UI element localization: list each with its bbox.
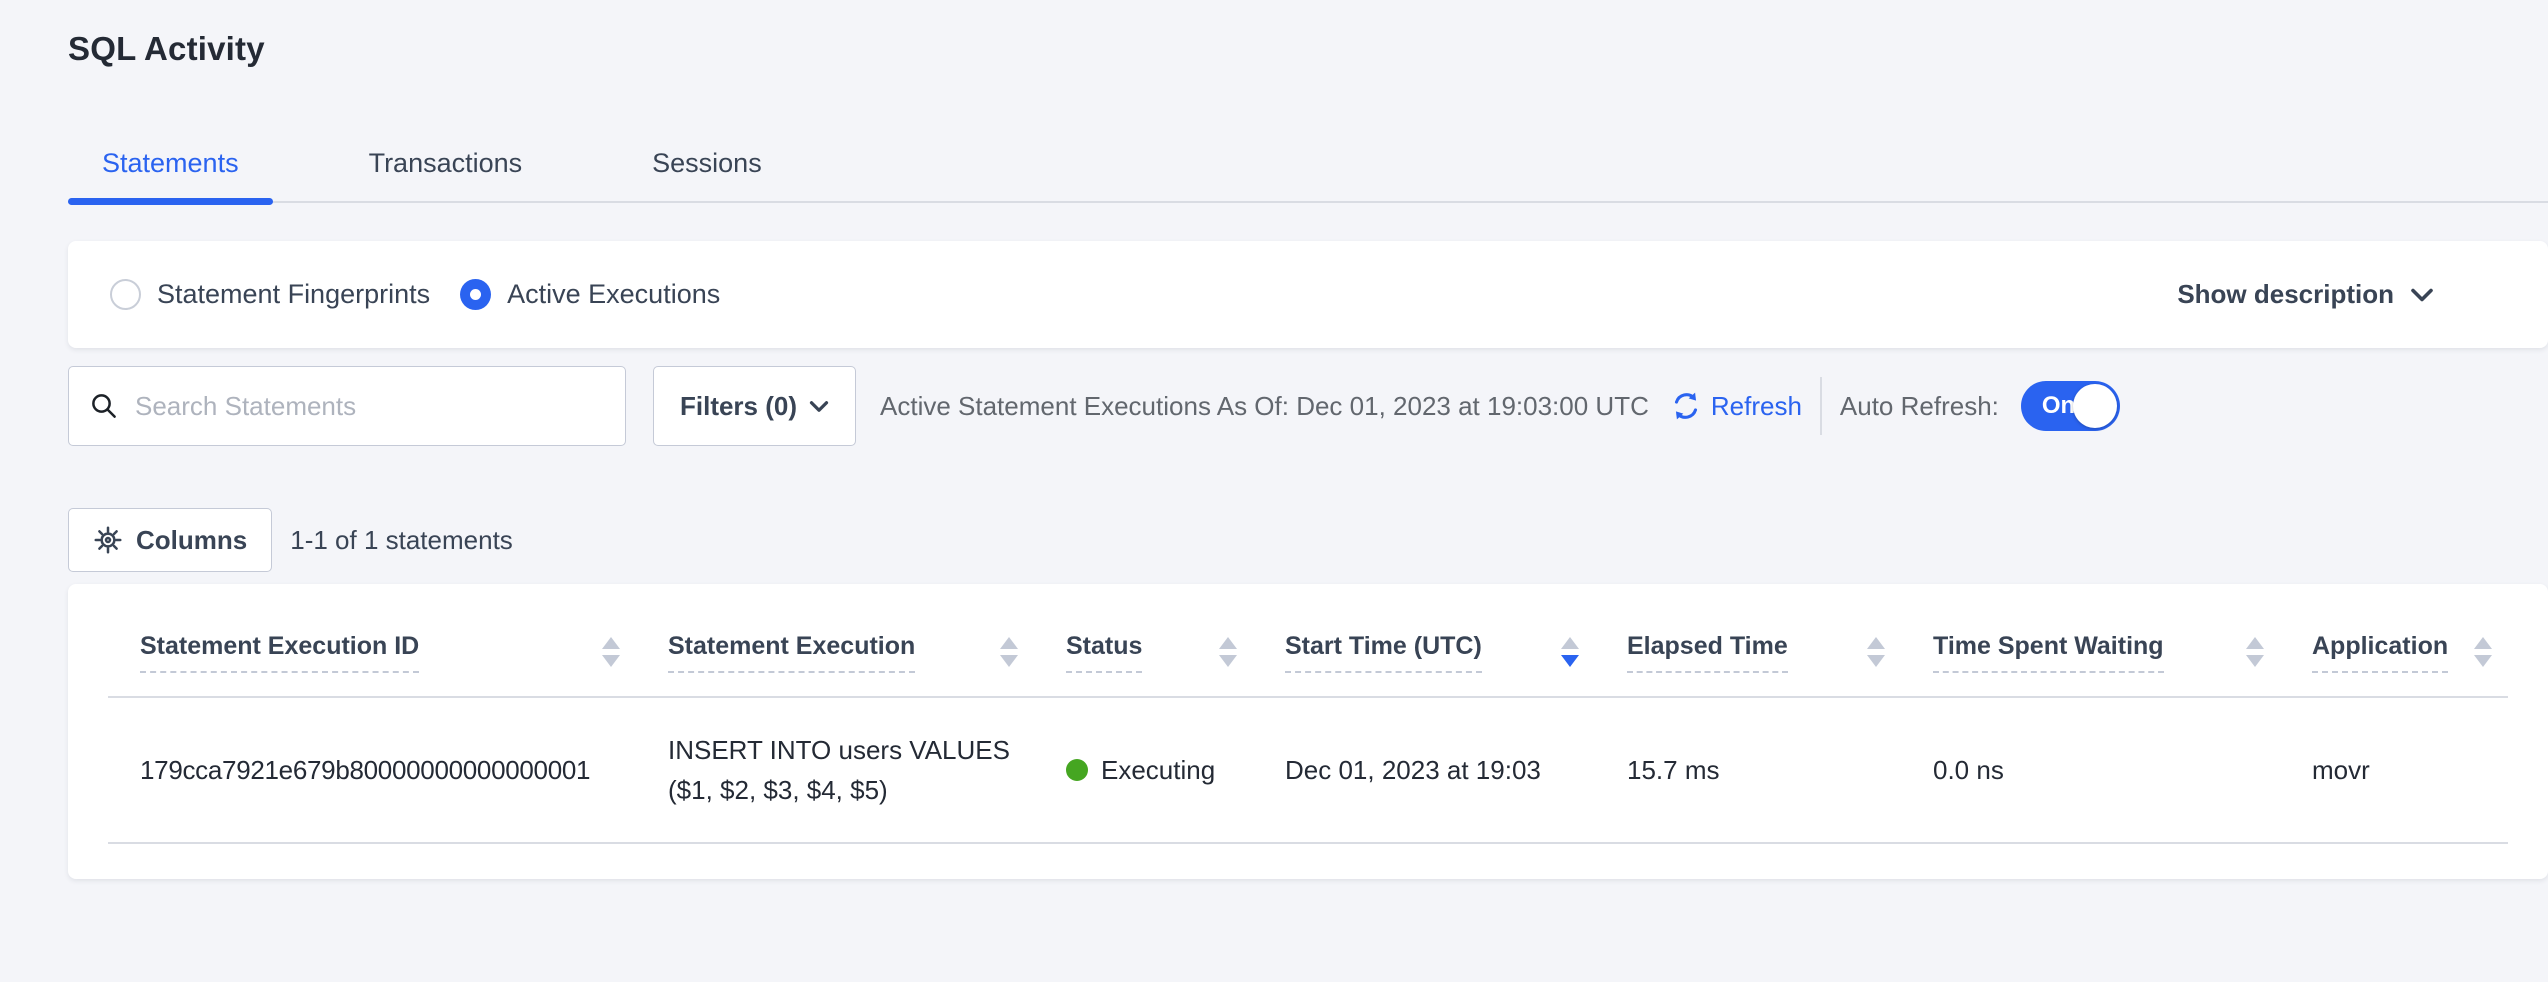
radio-statement-fingerprints[interactable]: Statement Fingerprints <box>110 279 430 310</box>
column-header-start-time[interactable]: Start Time (UTC) <box>1253 608 1595 696</box>
refresh-button[interactable]: Refresh <box>1669 389 1802 423</box>
sort-icon <box>602 637 620 667</box>
cell-execution-id: 179cca7921e679b80000000000000001 <box>108 755 636 786</box>
auto-refresh-label: Auto Refresh: <box>1840 391 1999 422</box>
tab-bar: Statements Transactions Sessions <box>68 148 2548 203</box>
page-content: SQL Activity Statements Transactions Ses… <box>68 0 2548 879</box>
tab-statements[interactable]: Statements <box>68 148 273 201</box>
column-header-label: Statement Execution <box>668 632 915 673</box>
results-count: 1-1 of 1 statements <box>290 525 513 556</box>
filters-button[interactable]: Filters (0) <box>653 366 856 446</box>
column-header-statement-execution[interactable]: Statement Execution <box>636 608 1034 696</box>
show-description-label: Show description <box>2177 279 2394 310</box>
chevron-down-icon <box>2410 287 2434 303</box>
tab-sessions-label: Sessions <box>652 148 762 178</box>
radio-active-executions[interactable]: Active Executions <box>460 279 720 310</box>
column-header-label: Elapsed Time <box>1627 632 1788 673</box>
status-executing-dot-icon <box>1066 759 1088 781</box>
refresh-label: Refresh <box>1711 391 1802 422</box>
sort-icon <box>2474 637 2492 667</box>
page-title: SQL Activity <box>68 0 2548 68</box>
column-header-label: Application <box>2312 632 2448 673</box>
search-box <box>68 366 626 446</box>
columns-button-label: Columns <box>136 525 247 556</box>
auto-refresh-toggle[interactable]: On <box>2021 381 2120 431</box>
tab-statements-label: Statements <box>102 148 239 178</box>
tab-transactions[interactable]: Transactions <box>335 148 557 201</box>
sort-icon <box>2246 637 2264 667</box>
chevron-down-icon <box>809 400 829 413</box>
view-mode-card: Statement Fingerprints Active Executions… <box>68 241 2548 348</box>
sort-icon <box>1867 637 1885 667</box>
gear-icon <box>93 525 123 555</box>
column-header-status[interactable]: Status <box>1034 608 1253 696</box>
refresh-icon <box>1669 389 1703 423</box>
column-header-label: Status <box>1066 632 1142 673</box>
table-row: 179cca7921e679b80000000000000001 INSERT … <box>108 698 2508 844</box>
tab-transactions-label: Transactions <box>369 148 523 178</box>
column-header-label: Start Time (UTC) <box>1285 632 1482 673</box>
cell-status: Executing <box>1034 755 1253 786</box>
column-header-elapsed-time[interactable]: Elapsed Time <box>1595 608 1901 696</box>
cell-time-spent-waiting: 0.0 ns <box>1901 755 2280 786</box>
sort-icon <box>1000 637 1018 667</box>
radio-selected-icon <box>460 279 491 310</box>
tab-sessions[interactable]: Sessions <box>618 148 796 201</box>
cell-statement: INSERT INTO users VALUES ($1, $2, $3, $4… <box>636 730 1034 810</box>
column-header-label: Time Spent Waiting <box>1933 632 2164 673</box>
auto-refresh-state: On <box>2042 392 2075 420</box>
cell-elapsed-time: 15.7 ms <box>1595 755 1901 786</box>
status-badge: Executing <box>1101 755 1215 786</box>
table-controls-row: Columns 1-1 of 1 statements <box>68 508 2548 572</box>
search-input[interactable] <box>135 391 605 422</box>
filters-button-label: Filters (0) <box>680 391 797 422</box>
toggle-knob <box>2073 384 2117 428</box>
column-header-application[interactable]: Application <box>2280 608 2508 696</box>
column-header-statement-execution-id[interactable]: Statement Execution ID <box>108 608 636 696</box>
cell-start-time: Dec 01, 2023 at 19:03 <box>1253 755 1595 786</box>
active-tab-underline <box>68 198 273 205</box>
toolbar-divider <box>1820 377 1822 435</box>
statements-table: Statement Execution ID Statement Executi… <box>68 584 2548 879</box>
table-header-row: Statement Execution ID Statement Executi… <box>108 608 2508 698</box>
radio-statement-fingerprints-label: Statement Fingerprints <box>157 279 430 310</box>
search-icon <box>89 391 119 421</box>
column-header-label: Statement Execution ID <box>140 632 419 673</box>
cell-application: movr <box>2280 755 2508 786</box>
radio-unselected-icon <box>110 279 141 310</box>
sort-icon <box>1219 637 1237 667</box>
as-of-timestamp: Active Statement Executions As Of: Dec 0… <box>880 391 1649 422</box>
sort-icon-active-desc <box>1561 637 1579 667</box>
show-description-toggle[interactable]: Show description <box>2177 279 2434 310</box>
columns-button[interactable]: Columns <box>68 508 272 572</box>
radio-active-executions-label: Active Executions <box>507 279 720 310</box>
column-header-time-spent-waiting[interactable]: Time Spent Waiting <box>1901 608 2280 696</box>
toolbar: Filters (0) Active Statement Executions … <box>68 366 2548 446</box>
